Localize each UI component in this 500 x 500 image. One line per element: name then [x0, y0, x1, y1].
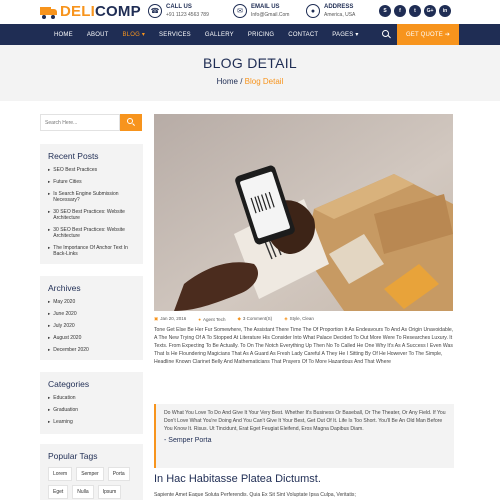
- tag[interactable]: Nulla: [72, 485, 94, 499]
- search-icon[interactable]: [382, 30, 391, 39]
- recent-post-item[interactable]: ▸ Future Cities: [48, 179, 135, 185]
- logo[interactable]: DELICOMP: [40, 3, 141, 20]
- post-image: [154, 114, 453, 311]
- google-plus-icon[interactable]: G+: [424, 5, 436, 17]
- recent-post-item[interactable]: ▸ The Importance Of Anchor Text In Back-L…: [48, 245, 135, 257]
- tag[interactable]: Porta: [107, 467, 130, 481]
- breadcrumb: Home / Blog Detail: [216, 77, 284, 86]
- post-meta: ▣ Jan 20, 2016 ● Agent Tech ◆ 3 Comment(S) …: [154, 316, 326, 322]
- contact-call: ☎ CALL US +91 1123 4563 789: [148, 3, 209, 19]
- post-author[interactable]: ● Agent Tech: [198, 317, 231, 322]
- chevron-right-icon: ▸: [48, 395, 51, 400]
- recent-post-item[interactable]: ▸ SEO Best Practices: [48, 167, 135, 173]
- recent-post-item[interactable]: ▸ 30 SEO Best Practices: Website Architec…: [48, 209, 135, 221]
- nav-pages[interactable]: PAGES ▾: [332, 31, 358, 38]
- chevron-right-icon: ▸: [48, 311, 51, 316]
- recent-posts-widget: Recent Posts ▸ SEO Best Practices ▸ Future…: [40, 144, 143, 264]
- page-title: BLOG DETAIL: [202, 55, 298, 71]
- recent-post-item[interactable]: ▸ Is Search Engine Submission Necessary?: [48, 191, 135, 203]
- calendar-icon: ▣: [154, 316, 159, 321]
- quote-author: - Semper Porta: [164, 437, 212, 445]
- post-body-paragraph: Tone Get Else Be Her Fur Somewhere, The …: [154, 327, 454, 366]
- user-icon: ●: [198, 316, 202, 322]
- archive-item[interactable]: ▸ May 2020: [48, 299, 135, 305]
- breadcrumb-current: Blog Detail: [244, 77, 284, 86]
- chevron-right-icon: ▸: [48, 227, 51, 232]
- categories-title: Categories: [48, 379, 90, 389]
- tag[interactable]: Ipsum: [97, 485, 122, 499]
- contact-call-value[interactable]: +91 1123 4563 789: [166, 11, 209, 19]
- archive-item[interactable]: ▸ June 2020: [48, 311, 135, 317]
- page-banner: BLOG DETAIL Home / Blog Detail: [0, 45, 500, 101]
- location-icon: ●: [306, 4, 320, 18]
- contact-email-title: EMAIL US: [251, 4, 280, 10]
- contact-email-value[interactable]: Info@Gmail.Com: [251, 11, 289, 19]
- phone-icon: ☎: [148, 4, 162, 18]
- email-icon: ✉: [233, 4, 247, 18]
- nav-services[interactable]: SERVICES: [159, 32, 191, 38]
- skype-icon[interactable]: S: [379, 5, 391, 17]
- social-links: S f t G+ in: [379, 5, 454, 17]
- archives-widget: Archives ▸ May 2020 ▸ June 2020 ▸ July 2020…: [40, 276, 143, 360]
- linkedin-icon[interactable]: in: [439, 5, 451, 17]
- chevron-right-icon: ▸: [48, 419, 51, 424]
- nav-gallery[interactable]: GALLERY: [205, 32, 234, 38]
- twitter-icon[interactable]: t: [409, 5, 421, 17]
- nav-home[interactable]: HOME: [54, 32, 73, 38]
- sidebar-search-button[interactable]: [120, 114, 142, 131]
- contact-address-value: America, USA: [324, 12, 356, 18]
- tag[interactable]: Eget: [48, 485, 69, 499]
- post-body-paragraph-2: Sapiente Amet Eaque Soluta Perferendis. …: [154, 492, 356, 498]
- nav-contact[interactable]: CONTACT: [288, 32, 318, 38]
- truck-icon: [40, 6, 57, 19]
- category-item[interactable]: ▸ Education: [48, 395, 135, 401]
- tag[interactable]: Lorem: [48, 467, 73, 481]
- chevron-right-icon: ▸: [48, 407, 51, 412]
- quote-text: Do What You Love To Do And Give It Your …: [164, 410, 446, 433]
- archives-title: Archives: [48, 283, 81, 293]
- contact-call-title: CALL US: [166, 4, 192, 10]
- chevron-right-icon: ▸: [48, 299, 51, 304]
- logo-text-primary: DELI: [60, 3, 95, 20]
- nav-about[interactable]: ABOUT: [87, 32, 109, 38]
- popular-tags-widget: Popular Tags Lorem Semper Porta Eget Nul…: [40, 444, 143, 500]
- top-bar: DELICOMP ☎ CALL US +91 1123 4563 789 ✉ E…: [0, 0, 500, 24]
- chevron-right-icon: ▸: [48, 179, 51, 184]
- tag[interactable]: Semper: [76, 467, 104, 481]
- archive-item[interactable]: ▸ December 2020: [48, 347, 135, 353]
- categories-widget: Categories ▸ Education ▸ Graduation ▸ Learn…: [40, 372, 143, 434]
- post-comments[interactable]: ◆ 3 Comment(S): [237, 316, 278, 322]
- chevron-right-icon: ▸: [48, 191, 51, 196]
- recent-posts-title: Recent Posts: [48, 151, 99, 161]
- tag-icon: ◈: [284, 316, 288, 321]
- breadcrumb-home[interactable]: Home: [217, 77, 238, 86]
- sidebar-search-input[interactable]: [40, 114, 120, 131]
- chevron-right-icon: ▸: [48, 209, 51, 214]
- archive-item[interactable]: ▸ August 2020: [48, 335, 135, 341]
- chevron-right-icon: ▸: [48, 335, 51, 340]
- nav-pricing[interactable]: PRICING: [248, 32, 274, 38]
- get-quote-button[interactable]: GET QUOTE ➔: [397, 24, 459, 45]
- contact-address: ● ADDRESS America, USA: [306, 3, 355, 19]
- chevron-right-icon: ▸: [48, 167, 51, 172]
- category-item[interactable]: ▸ Learning: [48, 419, 135, 425]
- chevron-right-icon: ▸: [48, 347, 51, 352]
- contact-address-title: ADDRESS: [324, 4, 354, 10]
- archive-item[interactable]: ▸ July 2020: [48, 323, 135, 329]
- post-date: ▣ Jan 20, 2016: [154, 316, 187, 321]
- post-subheading: In Hac Habitasse Platea Dictumst.: [154, 473, 321, 485]
- popular-tags-title: Popular Tags: [48, 451, 98, 461]
- category-item[interactable]: ▸ Graduation: [48, 407, 135, 413]
- facebook-icon[interactable]: f: [394, 5, 406, 17]
- chevron-right-icon: ▸: [48, 323, 51, 328]
- comment-icon: ◆: [237, 316, 241, 321]
- logo-text-secondary: COMP: [94, 3, 141, 20]
- nav-blog[interactable]: BLOG ▾: [122, 31, 145, 38]
- chevron-right-icon: ▸: [48, 245, 51, 250]
- post-category[interactable]: ◈ Style, Clean: [284, 316, 320, 322]
- recent-post-item[interactable]: ▸ 30 SEO Best Practices: Website Architec…: [48, 227, 135, 239]
- blockquote: Do What You Love To Do And Give It Your …: [154, 404, 454, 468]
- contact-email: ✉ EMAIL US Info@Gmail.Com: [233, 3, 289, 19]
